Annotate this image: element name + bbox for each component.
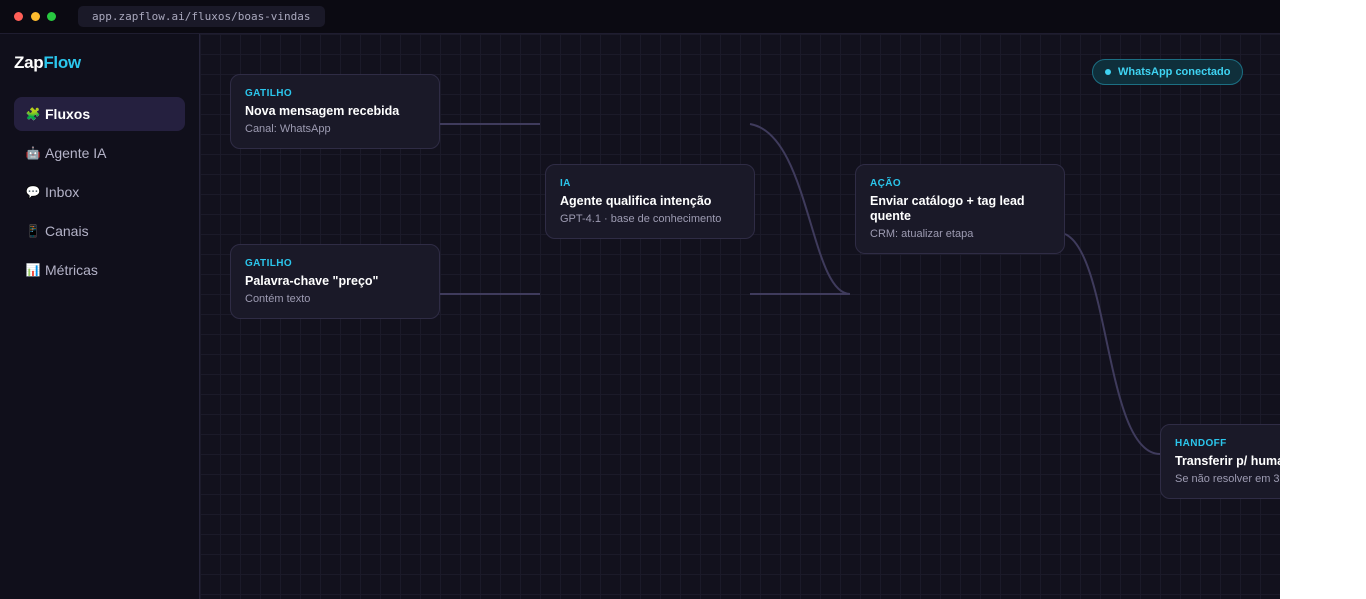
sidebar-item-metricas[interactable]: 📊 Métricas: [14, 253, 185, 287]
status-badge-label: WhatsApp conectado: [1118, 66, 1231, 78]
node-subtitle: Canal: WhatsApp: [245, 123, 331, 135]
title-bar: app.zapflow.ai/fluxos/boas-vindas: [0, 0, 1280, 34]
node-title: Enviar catálogo + tag lead quente: [870, 194, 1025, 223]
flow-canvas[interactable]: GATILHO Nova mensagem recebida Canal: Wh…: [200, 34, 1280, 599]
node-type-label: GATILHO: [245, 88, 293, 99]
robot-icon: 🤖: [25, 146, 41, 160]
edge-curve: [1064, 233, 1161, 455]
chat-bubble-icon: 💬: [25, 185, 41, 199]
node-title: Transferir p/ humano: [1175, 454, 1280, 468]
flow-node-action[interactable]: AÇÃO Enviar catálogo + tag lead quente C…: [855, 164, 1065, 254]
node-type-label: GATILHO: [245, 258, 293, 269]
node-subtitle: Contém texto: [245, 293, 311, 305]
sidebar-item-agente-ia[interactable]: 🤖 Agente IA: [14, 136, 185, 170]
flow-node-trigger-message[interactable]: GATILHO Nova mensagem recebida Canal: Wh…: [230, 74, 440, 149]
node-subtitle: GPT-4.1 · base de conhecimento: [560, 213, 722, 225]
node-title: Nova mensagem recebida: [245, 104, 400, 118]
node-title: Agente qualifica intenção: [560, 194, 712, 208]
maximize-window-button[interactable]: [47, 12, 56, 21]
address-bar[interactable]: app.zapflow.ai/fluxos/boas-vindas: [78, 6, 325, 27]
puzzle-icon: 🧩: [25, 107, 41, 121]
node-type-label: IA: [560, 178, 571, 189]
app-window: app.zapflow.ai/fluxos/boas-vindas ZapFlo…: [0, 0, 1280, 599]
sidebar-item-label: Inbox: [45, 184, 80, 200]
node-title: Palavra-chave "preço": [245, 274, 379, 288]
sidebar-item-label: Agente IA: [45, 145, 107, 161]
status-dot-icon: [1105, 69, 1111, 75]
minimize-window-button[interactable]: [31, 12, 40, 21]
flow-node-ai-agent[interactable]: IA Agente qualifica intenção GPT-4.1 · b…: [545, 164, 755, 239]
close-window-button[interactable]: [14, 12, 23, 21]
flow-node-trigger-keyword[interactable]: GATILHO Palavra-chave "preço" Contém tex…: [230, 244, 440, 319]
node-type-label: AÇÃO: [870, 178, 902, 189]
sidebar-item-label: Canais: [45, 223, 89, 239]
node-subtitle: CRM: atualizar etapa: [870, 228, 974, 240]
sidebar-item-label: Fluxos: [45, 106, 91, 122]
whatsapp-status-badge[interactable]: WhatsApp conectado: [1092, 59, 1244, 85]
sidebar-item-inbox[interactable]: 💬 Inbox: [14, 175, 185, 209]
sidebar-item-label: Métricas: [45, 262, 98, 278]
sidebar: ZapFlow 🧩 Fluxos 🤖 Agente IA 💬 Inbox 📱 C…: [0, 34, 200, 599]
flow-node-handoff[interactable]: HANDOFF Transferir p/ humano Se não reso…: [1160, 424, 1280, 499]
phone-icon: 📱: [25, 224, 41, 238]
node-type-label: HANDOFF: [1175, 438, 1227, 449]
node-subtitle: Se não resolver em 3 min: [1175, 473, 1280, 485]
app-logo[interactable]: ZapFlow: [14, 53, 81, 73]
edge-curve: [749, 123, 851, 295]
bar-chart-icon: 📊: [25, 263, 41, 277]
logo-text-zap: Zap: [14, 53, 44, 72]
logo-text-flow: Flow: [43, 53, 81, 72]
sidebar-item-canais[interactable]: 📱 Canais: [14, 214, 185, 248]
sidebar-item-fluxos[interactable]: 🧩 Fluxos: [14, 97, 185, 131]
